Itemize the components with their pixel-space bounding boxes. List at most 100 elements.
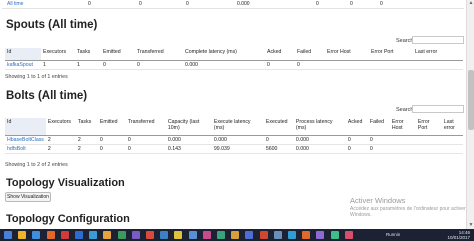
spouts-heading: Spouts (All time) <box>6 19 98 31</box>
taskbar-app-icon[interactable] <box>18 231 27 239</box>
column-header-error-host[interactable]: Error Host <box>389 118 416 136</box>
taskbar-app-icon[interactable] <box>188 231 197 239</box>
taskbar-app-icon[interactable] <box>174 231 183 239</box>
cell: 0 <box>265 60 295 70</box>
taskbar-app-icon[interactable] <box>344 231 353 239</box>
taskbar-app-icon[interactable] <box>4 231 12 239</box>
cell: 0.143 <box>165 144 212 154</box>
scroll-thumb[interactable] <box>468 70 474 130</box>
cell: 0 <box>367 135 390 145</box>
scroll-down-arrow-icon[interactable]: ▼ <box>467 222 474 229</box>
taskbar-app-icon[interactable] <box>217 231 225 239</box>
bolts-table: Id Executors Tasks Emitted Transferred C… <box>5 118 463 154</box>
taskbar-app-icon[interactable] <box>60 231 69 239</box>
spout-id-link[interactable]: kafkaSpout <box>5 60 41 70</box>
taskbar-app-icon[interactable] <box>117 231 126 239</box>
tray-status-text[interactable]: Runnin <box>386 232 400 237</box>
column-header-complete-latency[interactable]: Complete latency (ms) <box>183 48 265 61</box>
column-header-process-latency[interactable]: Process latency (ms) <box>293 118 346 136</box>
column-header-error-port[interactable]: Error Port <box>369 48 413 61</box>
cell: 0 <box>135 60 183 70</box>
column-header-execute-latency[interactable]: Execute latency (ms) <box>211 118 264 136</box>
taskbar-app-icon[interactable] <box>131 231 140 239</box>
scroll-up-arrow-icon[interactable]: ▲ <box>467 0 474 7</box>
cell: 1 <box>75 60 101 70</box>
column-header-id[interactable]: Id <box>5 118 46 136</box>
column-header-error-host[interactable]: Error Host <box>325 48 369 61</box>
cell: 0 <box>295 60 325 70</box>
cell <box>413 60 463 70</box>
bolts-search-input[interactable] <box>412 105 464 113</box>
cell: 0 <box>367 144 390 154</box>
column-header-executors[interactable]: Executors <box>41 48 75 61</box>
taskbar-app-icon[interactable] <box>273 231 282 239</box>
taskbar-app-icon[interactable] <box>302 231 311 239</box>
taskbar-app-icon[interactable] <box>202 231 211 239</box>
column-header-executed[interactable]: Executed <box>263 118 294 136</box>
column-header-transferred[interactable]: Transferred <box>125 118 166 136</box>
taskbar-app-icon[interactable] <box>259 231 268 239</box>
taskbar-app-icon[interactable] <box>288 231 296 239</box>
column-header-transferred[interactable]: Transferred <box>135 48 183 61</box>
taskbar-app-icon[interactable] <box>146 231 154 239</box>
show-visualization-button[interactable]: Show Visualization <box>5 192 51 202</box>
taskbar-app-icon[interactable] <box>245 231 254 239</box>
cell <box>389 135 416 145</box>
column-header-error-port[interactable]: Error Port <box>415 118 442 136</box>
column-header-executors[interactable]: Executors <box>45 118 76 136</box>
column-header-id[interactable]: Id <box>5 48 41 61</box>
spouts-search-input[interactable] <box>412 36 464 44</box>
column-header-acked[interactable]: Acked <box>265 48 295 61</box>
cell: 2 <box>75 135 98 145</box>
cell <box>389 144 416 154</box>
spouts-table: Id Executors Tasks Emitted Transferred C… <box>5 48 463 70</box>
clock-date: 10/01/2017 <box>447 235 470 240</box>
cell: 0 <box>139 1 142 7</box>
bolts-table-info: Showing 1 to 2 of 2 entries <box>5 162 68 168</box>
column-header-capacity[interactable]: Capacity (last 10m) <box>165 118 212 136</box>
spouts-search: Search: <box>396 36 464 44</box>
taskbar-app-icon[interactable] <box>103 231 112 239</box>
taskbar-app-icon[interactable] <box>46 231 55 239</box>
taskbar-app-icon[interactable] <box>330 231 339 239</box>
column-header-emitted[interactable]: Emitted <box>97 118 126 136</box>
taskbar-app-icon[interactable] <box>75 231 83 239</box>
taskbar-app-icon[interactable] <box>89 231 98 239</box>
cell: 0 <box>101 60 135 70</box>
column-header-tasks[interactable]: Tasks <box>75 118 98 136</box>
cell: 0 <box>263 135 294 145</box>
cell: 0 <box>125 144 166 154</box>
column-header-failed[interactable]: Failed <box>367 118 390 136</box>
vertical-scrollbar[interactable]: ▲ ▼ <box>466 0 474 229</box>
column-header-acked[interactable]: Acked <box>345 118 368 136</box>
taskbar-app-icon[interactable] <box>316 231 325 239</box>
bolt-id-link[interactable]: HbaseBoltClass <box>5 135 46 145</box>
cell: 0 <box>345 144 368 154</box>
column-header-last-error[interactable]: Last error <box>441 118 463 136</box>
configuration-heading: Topology Configuration <box>6 213 130 225</box>
column-header-failed[interactable]: Failed <box>295 48 325 61</box>
window-link[interactable]: All time <box>7 1 23 7</box>
taskbar-app-icon[interactable] <box>32 231 41 239</box>
watermark-subtitle: Accédez aux paramètres de l'ordinateur p… <box>350 206 466 218</box>
cell <box>325 60 369 70</box>
cell <box>441 135 463 145</box>
column-header-tasks[interactable]: Tasks <box>75 48 101 61</box>
cell: 0.000 <box>237 1 250 7</box>
system-clock[interactable]: 14:46 10/01/2017 <box>447 230 470 240</box>
table-row: HbaseBoltClass 2 2 0 0 0.000 0.000 0 0.0… <box>5 135 463 145</box>
cell: 0 <box>125 135 166 145</box>
cell <box>415 135 442 145</box>
bolts-heading: Bolts (All time) <box>6 90 88 102</box>
column-header-last-error[interactable]: Last error <box>413 48 463 61</box>
previous-table-row: All time 0 0 0 0.000 0 0 0 <box>2 0 464 9</box>
cell: 0 <box>316 1 319 7</box>
bolt-id-link[interactable]: hdfsBolt <box>5 144 46 154</box>
taskbar-app-icon[interactable] <box>160 231 169 239</box>
column-header-emitted[interactable]: Emitted <box>101 48 135 61</box>
cell: 0.000 <box>211 135 264 145</box>
cell: 0 <box>186 1 189 7</box>
cell: 0.000 <box>293 144 346 154</box>
cell: 0.000 <box>183 60 265 70</box>
taskbar-app-icon[interactable] <box>231 231 240 239</box>
